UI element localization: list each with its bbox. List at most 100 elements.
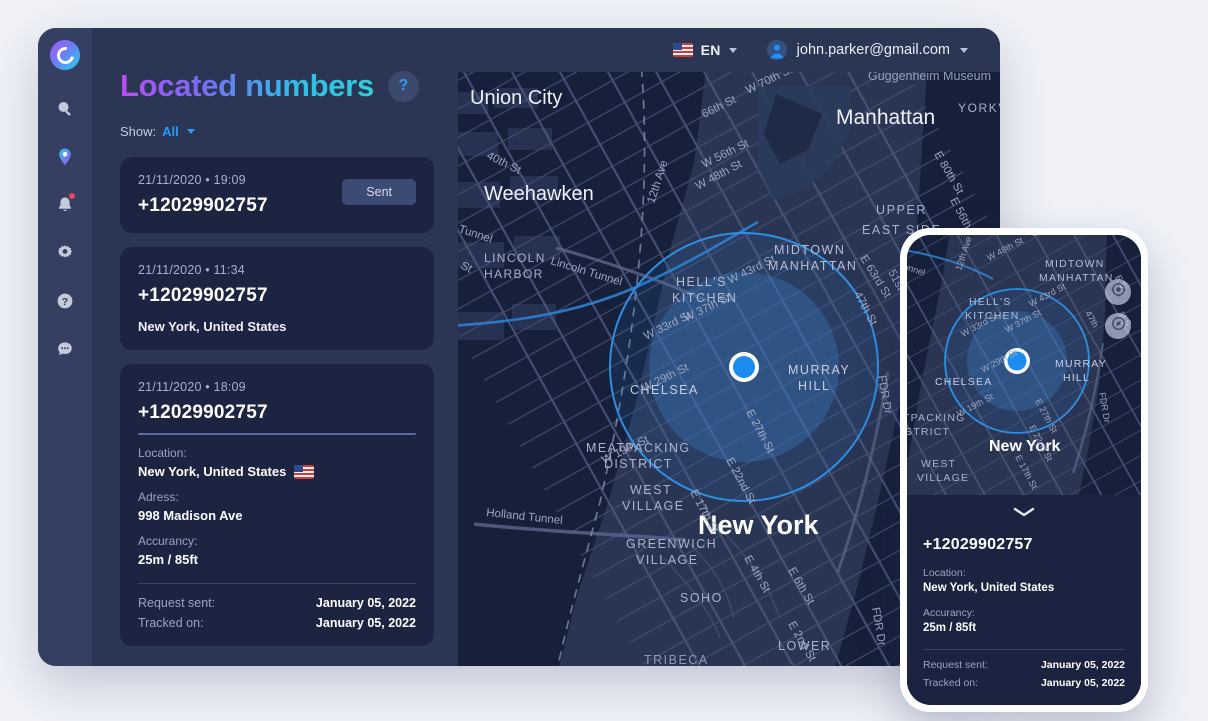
language-label: EN — [700, 42, 721, 58]
location-marker — [729, 352, 759, 382]
meta-value: January 05, 2022 — [315, 596, 416, 610]
status-badge[interactable]: Sent — [342, 179, 416, 205]
svg-text:MURRAY: MURRAY — [788, 363, 850, 377]
chevron-down-icon — [728, 47, 737, 53]
svg-text:HELL'S: HELL'S — [969, 296, 1011, 308]
list-item[interactable]: 21/11/2020 • 19:09 +12029902757 Sent — [120, 157, 434, 233]
list-item[interactable]: 21/11/2020 • 11:34 +12029902757 New York… — [120, 247, 434, 350]
meta-key: Tracked on: — [138, 616, 204, 630]
meta-key: Request sent: — [923, 659, 988, 671]
collapse-button[interactable] — [923, 495, 1125, 526]
compass-button[interactable] — [1105, 313, 1131, 339]
location-pin-icon — [55, 147, 75, 167]
svg-text:MANHATTAN: MANHATTAN — [1039, 272, 1114, 284]
detail-label-accuracy: Accurancy: — [138, 534, 198, 548]
sidebar-item-search[interactable] — [46, 92, 84, 126]
svg-text:Manhattan: Manhattan — [836, 106, 935, 129]
chevron-down-icon[interactable] — [186, 129, 195, 134]
card-date: 21/11/2020 • 18:09 — [138, 380, 246, 394]
meta-row-request-sent: Request sent: January 05, 2022 — [138, 596, 416, 610]
svg-text:UPPER: UPPER — [876, 203, 927, 217]
card-date: 21/11/2020 • 11:34 — [138, 263, 245, 277]
us-flag-icon — [672, 43, 693, 57]
chat-icon — [55, 339, 75, 359]
sidebar-item-help[interactable]: ? — [46, 284, 84, 318]
page-title: Located numbers — [120, 68, 374, 103]
card-location: New York, United States — [138, 319, 287, 334]
svg-text:MANHATTAN: MANHATTAN — [768, 259, 857, 273]
phone-screen: MIDTOWN MANHATTAN HELL'S KITCHEN MURRAY … — [907, 235, 1141, 705]
list-item-expanded[interactable]: 21/11/2020 • 18:09 +12029902757 Location… — [120, 364, 434, 646]
detail-location-text: New York, United States — [138, 464, 287, 479]
svg-text:Guggenheim Museum: Guggenheim Museum — [868, 72, 991, 83]
svg-text:MIDTOWN: MIDTOWN — [774, 243, 845, 257]
svg-text:HARBOR: HARBOR — [484, 267, 544, 281]
svg-text:MIDTOWN: MIDTOWN — [1045, 258, 1105, 270]
sidebar-item-messages[interactable] — [46, 332, 84, 366]
meta-row-tracked-on: Tracked on: January 05, 2022 — [138, 616, 416, 630]
svg-text:?: ? — [62, 296, 68, 308]
app-logo[interactable] — [50, 40, 80, 70]
divider — [138, 583, 416, 584]
svg-text:HILL: HILL — [798, 379, 830, 393]
help-button[interactable]: ? — [387, 70, 419, 102]
locate-me-button[interactable] — [1105, 279, 1131, 305]
locate-me-icon — [1110, 282, 1126, 302]
svg-text:VILLAGE: VILLAGE — [917, 472, 969, 484]
phone-mockup: MIDTOWN MANHATTAN HELL'S KITCHEN MURRAY … — [900, 228, 1148, 712]
detail-value-location: New York, United States — [138, 464, 416, 479]
card-number: +12029902757 — [138, 402, 268, 423]
meta-value: January 05, 2022 — [1040, 659, 1125, 671]
avatar — [766, 40, 787, 60]
user-email: john.parker@gmail.com — [796, 42, 950, 58]
user-menu[interactable]: john.parker@gmail.com — [766, 40, 968, 60]
svg-text:WEST: WEST — [630, 483, 672, 497]
help-circle-icon: ? — [55, 291, 75, 311]
main-area: EN john.parker@gmail.com Located numbers — [92, 28, 1000, 666]
svg-text:HELL'S: HELL'S — [676, 275, 727, 289]
card-number: +12029902757 — [138, 285, 268, 306]
svg-text:VILLAGE: VILLAGE — [622, 499, 685, 513]
chevron-down-icon — [960, 47, 968, 53]
search-icon — [55, 99, 75, 119]
sidebar-item-location[interactable] — [46, 140, 84, 174]
phone-location-text: New York, United States — [923, 582, 1055, 594]
phone-map-graphic: MIDTOWN MANHATTAN HELL'S KITCHEN MURRAY … — [907, 235, 1141, 495]
phone-map-canvas[interactable]: MIDTOWN MANHATTAN HELL'S KITCHEN MURRAY … — [907, 235, 1141, 495]
phone-meta-row-request-sent: Request sent: January 05, 2022 — [923, 659, 1125, 671]
detail-value-address: 998 Madison Ave — [138, 508, 243, 523]
svg-text:TRIBECA: TRIBECA — [644, 653, 709, 666]
svg-text:HILL: HILL — [1063, 372, 1090, 384]
number-underline — [138, 433, 416, 435]
svg-text:WEST: WEST — [921, 458, 956, 470]
meta-value: January 05, 2022 — [1040, 677, 1125, 689]
sidebar-item-settings[interactable] — [46, 236, 84, 270]
language-selector[interactable]: EN — [672, 42, 737, 58]
svg-text:VILLAGE: VILLAGE — [636, 553, 699, 567]
gear-icon — [55, 243, 75, 263]
located-numbers-panel: Located numbers ? Show: All 21/11/2020 •… — [92, 68, 458, 666]
topbar: EN john.parker@gmail.com — [92, 28, 1000, 72]
sidebar: ? — [38, 28, 92, 666]
svg-text:SOHO: SOHO — [680, 591, 723, 605]
page-title-row: Located numbers ? — [120, 68, 434, 104]
filter-value[interactable]: All — [162, 124, 179, 139]
detail-value-accuracy: 25m / 85ft — [138, 552, 198, 567]
us-flag-icon — [294, 464, 315, 479]
svg-text:YORKVIL: YORKVIL — [958, 101, 1000, 115]
phone-meta-row-tracked-on: Tracked on: January 05, 2022 — [923, 677, 1125, 689]
svg-text:MURRAY: MURRAY — [1055, 358, 1107, 370]
filter-label: Show: — [120, 124, 157, 139]
us-flag-icon — [1061, 582, 1078, 594]
divider — [923, 649, 1125, 650]
meta-key: Request sent: — [138, 596, 216, 610]
meta-key: Tracked on: — [923, 677, 979, 689]
svg-text:LINCOLN: LINCOLN — [484, 251, 546, 265]
svg-text:Weehawken: Weehawken — [484, 183, 594, 205]
sidebar-item-notifications[interactable] — [46, 188, 84, 222]
phone-detail-value-location: New York, United States — [923, 582, 1125, 594]
svg-text:GREENWICH: GREENWICH — [626, 537, 717, 551]
numbers-list: 21/11/2020 • 19:09 +12029902757 Sent 21/… — [120, 157, 434, 646]
phone-detail-label-accuracy: Accurancy: — [923, 607, 975, 619]
detail-label-location: Location: — [138, 446, 187, 460]
